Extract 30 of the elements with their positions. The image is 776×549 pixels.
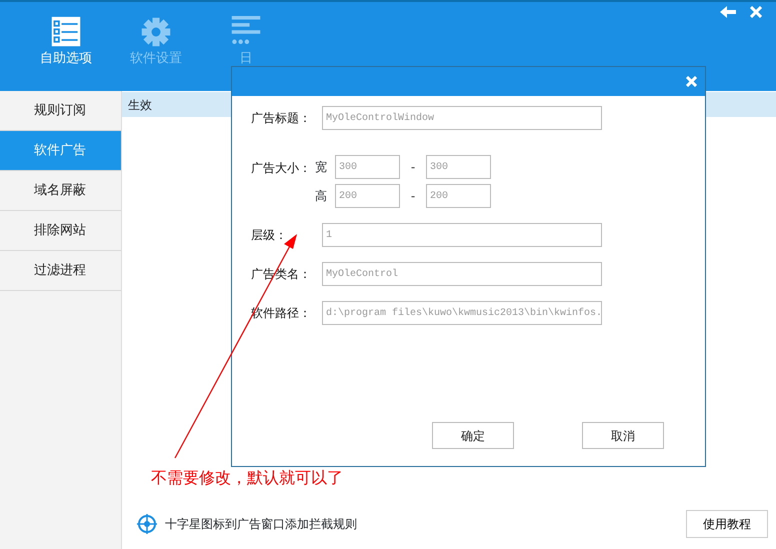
range-separator: - <box>410 188 416 205</box>
input-field[interactable]: 300 <box>426 155 491 179</box>
input-field[interactable]: MyOleControl <box>322 262 602 286</box>
close-icon[interactable] <box>750 6 762 18</box>
input-field[interactable]: 200 <box>335 184 400 208</box>
hint-text: 十字星图标到广告窗口添加拦截规则 <box>165 516 357 533</box>
input-field[interactable]: 300 <box>335 155 400 179</box>
dimension-label: 高 <box>315 188 328 205</box>
input-field[interactable]: 1 <box>322 223 602 247</box>
dimension-label: 宽 <box>315 159 328 176</box>
sidebar-item[interactable]: 软件广告 <box>0 131 121 171</box>
field-label: 广告大小： <box>251 160 312 177</box>
input-field[interactable]: d:\program files\kuwo\kwmusic2013\bin\kwinfos. <box>322 301 602 325</box>
input-field[interactable]: 200 <box>426 184 491 208</box>
nav-tab[interactable]: 自助选项 <box>21 2 111 68</box>
range-separator: - <box>410 159 416 176</box>
nav-tab[interactable]: 日 <box>201 2 291 68</box>
input-field[interactable]: MyOleControlWindow <box>322 106 602 130</box>
close-icon[interactable] <box>686 76 697 87</box>
dialog-button[interactable]: 确定 <box>432 422 514 449</box>
nav-tab[interactable]: 软件设置 <box>111 2 201 68</box>
field-label: 广告类名： <box>251 266 312 283</box>
back-icon[interactable] <box>720 6 736 18</box>
crosshair-icon[interactable] <box>137 514 157 534</box>
field-label: 层级： <box>251 227 288 244</box>
dialog-button[interactable]: 取消 <box>582 422 664 449</box>
annotation-text: 不需要修改，默认就可以了 <box>151 467 343 489</box>
gear-icon <box>140 16 172 48</box>
tutorial-button[interactable]: 使用教程 <box>686 510 768 538</box>
checklist-icon <box>50 16 82 48</box>
